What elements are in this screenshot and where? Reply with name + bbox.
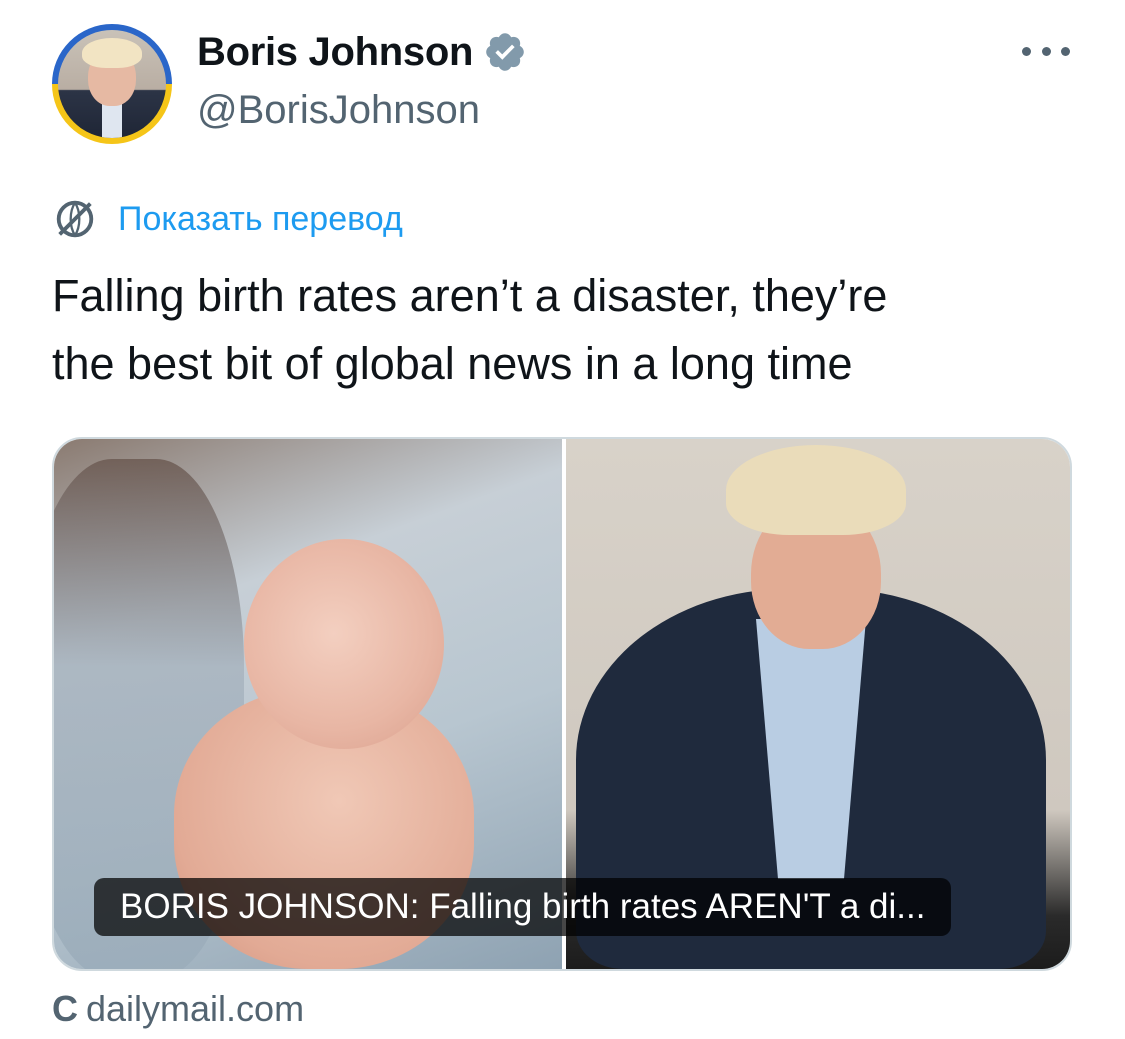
avatar-photo: [58, 30, 166, 138]
tweet-container: Boris Johnson @BorisJohnson Показать пер…: [0, 0, 1125, 1039]
dailymail-favicon-icon: C: [52, 988, 78, 1029]
avatar-shirt: [102, 104, 122, 138]
more-dot: [1022, 46, 1031, 56]
author-name-row[interactable]: Boris Johnson: [197, 28, 527, 76]
show-translation-label[interactable]: Показать перевод: [118, 200, 403, 239]
more-options-icon[interactable]: [1022, 36, 1070, 66]
tweet-text: Falling birth rates aren’t a disaster, t…: [52, 270, 888, 389]
avatar-hair: [82, 38, 142, 68]
portrait-hair-shape: [726, 445, 906, 535]
baby-head-shape: [244, 539, 444, 749]
author-handle[interactable]: @BorisJohnson: [197, 88, 480, 133]
more-dot: [1061, 46, 1070, 56]
show-translation-link[interactable]: Показать перевод: [52, 196, 403, 242]
link-card[interactable]: BORIS JOHNSON: Falling birth rates AREN'…: [52, 437, 1072, 971]
card-source-domain[interactable]: dailymail.com: [86, 988, 304, 1030]
verified-badge-icon: [486, 33, 524, 71]
translate-globe-icon: [56, 200, 94, 238]
avatar[interactable]: [52, 24, 172, 144]
card-caption: BORIS JOHNSON: Falling birth rates AREN'…: [94, 878, 952, 936]
card-source-link[interactable]: C dailymail.com: [52, 988, 304, 1030]
author-display-name[interactable]: Boris Johnson: [197, 30, 473, 75]
more-dot: [1041, 46, 1051, 56]
